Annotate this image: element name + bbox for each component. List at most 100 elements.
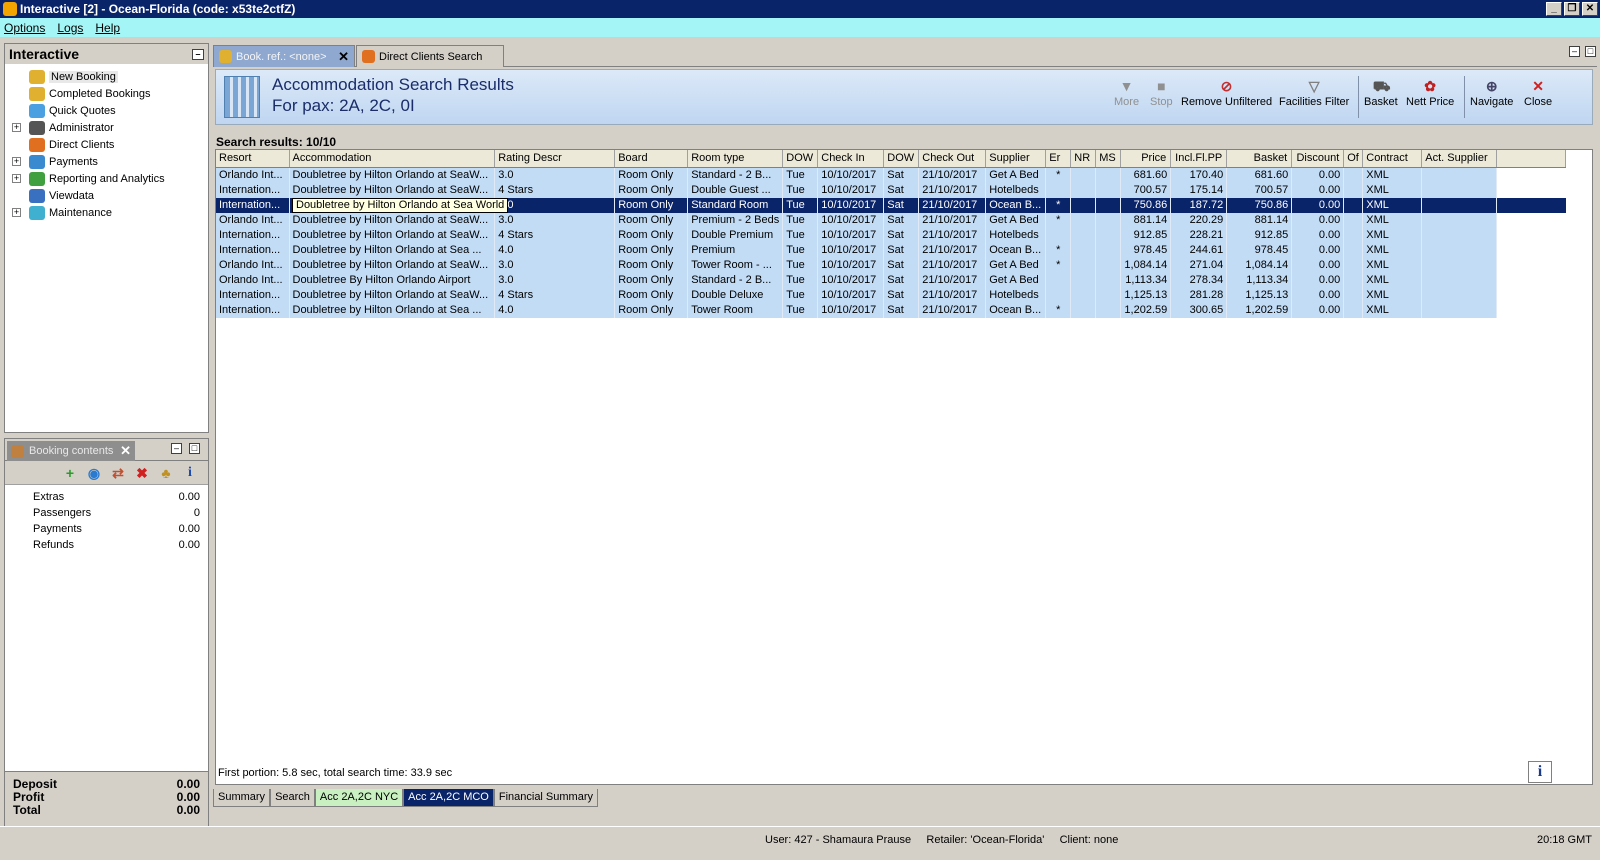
expand-icon[interactable]: + (12, 123, 21, 132)
tree-item-direct-clients[interactable]: Direct Clients (5, 136, 208, 153)
table-row[interactable]: Internation...Doubletree by Hilton Orlan… (216, 302, 1566, 318)
more-button[interactable]: ▼ More (1114, 78, 1139, 108)
column-header-discount[interactable]: Discount (1291, 150, 1345, 168)
column-header-board[interactable]: Board (614, 150, 689, 168)
cell-room-type: Double Premium (687, 227, 784, 243)
column-header-price[interactable]: Price (1120, 150, 1172, 168)
info-icon[interactable]: i (182, 465, 198, 481)
navigation-tree: New Booking Completed Bookings Quick Quote… (5, 64, 208, 221)
cell-price: 912.85 (1120, 227, 1172, 243)
column-header-rating-descr[interactable]: Rating Descr (494, 150, 616, 168)
table-row[interactable]: Orlando Int... Doubletree by Hilton Orlan… (216, 257, 1566, 273)
column-header-basket[interactable]: Basket (1226, 150, 1293, 168)
expand-icon[interactable]: + (12, 157, 21, 166)
expand-icon[interactable]: + (12, 174, 21, 183)
bottom-tab-summary[interactable]: Summary (213, 789, 271, 807)
column-header-contract[interactable]: Contract (1362, 150, 1423, 168)
table-row[interactable]: Internation...Doubletree by Hilton Orlan… (216, 287, 1566, 303)
maximize-main-button[interactable]: □ (1585, 46, 1596, 57)
cell-dow: Tue (782, 272, 819, 288)
holiday-icon[interactable]: ♣ (158, 465, 174, 481)
minimize-button[interactable]: _ (1546, 2, 1562, 16)
cell-discount: 0.00 (1291, 212, 1345, 228)
hotel-building-icon (224, 76, 260, 118)
column-header-incl-fl-pp[interactable]: Incl.Fl.PP (1170, 150, 1228, 168)
basket-icon: ⛟ (1372, 78, 1391, 94)
navigate-button[interactable]: ⊕ Navigate (1470, 78, 1513, 108)
cell-room-type: Double Guest ... (687, 182, 784, 198)
tab-booking-ref[interactable]: Book. ref.: <none> ✕ (213, 45, 355, 67)
table-row[interactable]: Internation...Doubletree by Hilton Orlan… (216, 242, 1566, 258)
collapse-panel-button[interactable]: – (192, 49, 204, 60)
column-header-check-out[interactable]: Check Out (918, 150, 987, 168)
column-header-nr[interactable]: NR (1070, 150, 1097, 168)
bottom-tab-financial-summary[interactable]: Financial Summary (493, 789, 598, 807)
close-tab-icon[interactable]: ✕ (120, 441, 131, 461)
column-header-accommodation[interactable]: Accommodation (289, 150, 496, 168)
quote-icon[interactable]: ◉ (86, 465, 102, 481)
table-row[interactable]: Internation...Doubletree by Hilton Orlan… (216, 182, 1566, 198)
basket-button[interactable]: ⛟ Basket (1364, 78, 1398, 108)
tree-item-payments[interactable]: + Payments (5, 153, 208, 170)
tree-item-icon (29, 86, 45, 101)
column-header-resort[interactable]: Resort (216, 150, 290, 168)
close-button[interactable]: ✕ Close (1524, 78, 1552, 108)
menu-logs[interactable]: Logs (57, 21, 83, 35)
cell-basket: 1,202.59 (1226, 302, 1293, 318)
column-header-supplier[interactable]: Supplier (985, 150, 1047, 168)
close-tab-icon[interactable]: ✕ (338, 46, 349, 68)
close-window-button[interactable]: ✕ (1582, 2, 1598, 16)
stop-button[interactable]: ■ Stop (1150, 78, 1173, 108)
bottom-tab-acc-2a-2c-nyc[interactable]: Acc 2A,2C NYC (314, 789, 404, 807)
column-header-dow[interactable]: DOW (782, 150, 819, 168)
column-header-act-supplier[interactable]: Act. Supplier (1421, 150, 1498, 168)
menu-help[interactable]: Help (95, 21, 120, 35)
add-icon[interactable]: + (62, 465, 78, 481)
column-header-dow[interactable]: DOW (883, 150, 920, 168)
column-header-ms[interactable]: MS (1095, 150, 1122, 168)
tab-direct-clients-search[interactable]: Direct Clients Search (356, 45, 504, 67)
maximize-panel-button[interactable]: □ (189, 443, 200, 454)
tree-item-administrator[interactable]: + Administrator (5, 119, 208, 136)
nett-price-button[interactable]: ✿ Nett Price (1406, 78, 1454, 108)
navigation-header: Interactive – (5, 44, 208, 64)
cell-check-in: 10/10/2017 (817, 182, 885, 198)
column-header-er[interactable]: Er (1045, 150, 1072, 168)
tree-item-icon (29, 154, 45, 169)
close-label: Close (1524, 96, 1553, 108)
tree-item-reporting-and-analytics[interactable]: + Reporting and Analytics (5, 170, 208, 187)
tree-item-new-booking[interactable]: New Booking (5, 68, 208, 85)
cell-basket: 978.45 (1226, 242, 1293, 258)
table-row[interactable]: Orlando Int... Doubletree By Hilton Orlan… (216, 272, 1566, 288)
minimize-panel-button[interactable]: – (171, 443, 182, 454)
expand-icon[interactable]: + (12, 208, 21, 217)
column-header-check-in[interactable]: Check In (817, 150, 885, 168)
menu-options[interactable]: Options (4, 21, 45, 35)
transfer-icon[interactable]: ⇄ (110, 465, 126, 481)
column-header-of[interactable]: Of (1343, 150, 1364, 168)
remove-unfiltered-button[interactable]: ⊘ Remove Unfiltered (1181, 78, 1272, 108)
tree-item-label: Direct Clients (49, 138, 115, 151)
delete-icon[interactable]: ✖ (134, 465, 150, 481)
cell-of (1343, 242, 1364, 258)
info-button[interactable]: i (1528, 761, 1552, 783)
bottom-tab-search[interactable]: Search (270, 789, 315, 807)
column-header-room-type[interactable]: Room type (687, 150, 784, 168)
bottom-tab-acc-2a-2c-mco[interactable]: Acc 2A,2C MCO (403, 789, 494, 807)
cell-accommodation: Doubletree by Hilton Orlando at SeaW... (289, 182, 496, 198)
tree-item-completed-bookings[interactable]: Completed Bookings (5, 85, 208, 102)
table-row[interactable]: Orlando Int... Doubletree by Hilton Orlan… (216, 167, 1566, 183)
booking-contents-tab[interactable]: Booking contents ✕ (7, 441, 135, 461)
results-grid[interactable]: Resort Accommodation Rating Descr Board Room… (215, 149, 1593, 785)
tree-item-quick-quotes[interactable]: Quick Quotes (5, 102, 208, 119)
row-filler (1496, 167, 1566, 183)
cell-act-supplier (1421, 227, 1498, 243)
table-row[interactable]: Orlando Int... Doubletree by Hilton Orlan… (216, 212, 1566, 228)
cell-incl-fl-pp: 244.61 (1170, 242, 1228, 258)
tree-item-maintenance[interactable]: + Maintenance (5, 204, 208, 221)
table-row[interactable]: Internation...Doubletree by Hilton Orlan… (216, 227, 1566, 243)
minimize-main-button[interactable]: – (1569, 46, 1580, 57)
restore-button[interactable]: ❐ (1564, 2, 1580, 16)
tree-item-viewdata[interactable]: Viewdata (5, 187, 208, 204)
facilities-filter-button[interactable]: ▽ Facilities Filter (1279, 78, 1349, 108)
